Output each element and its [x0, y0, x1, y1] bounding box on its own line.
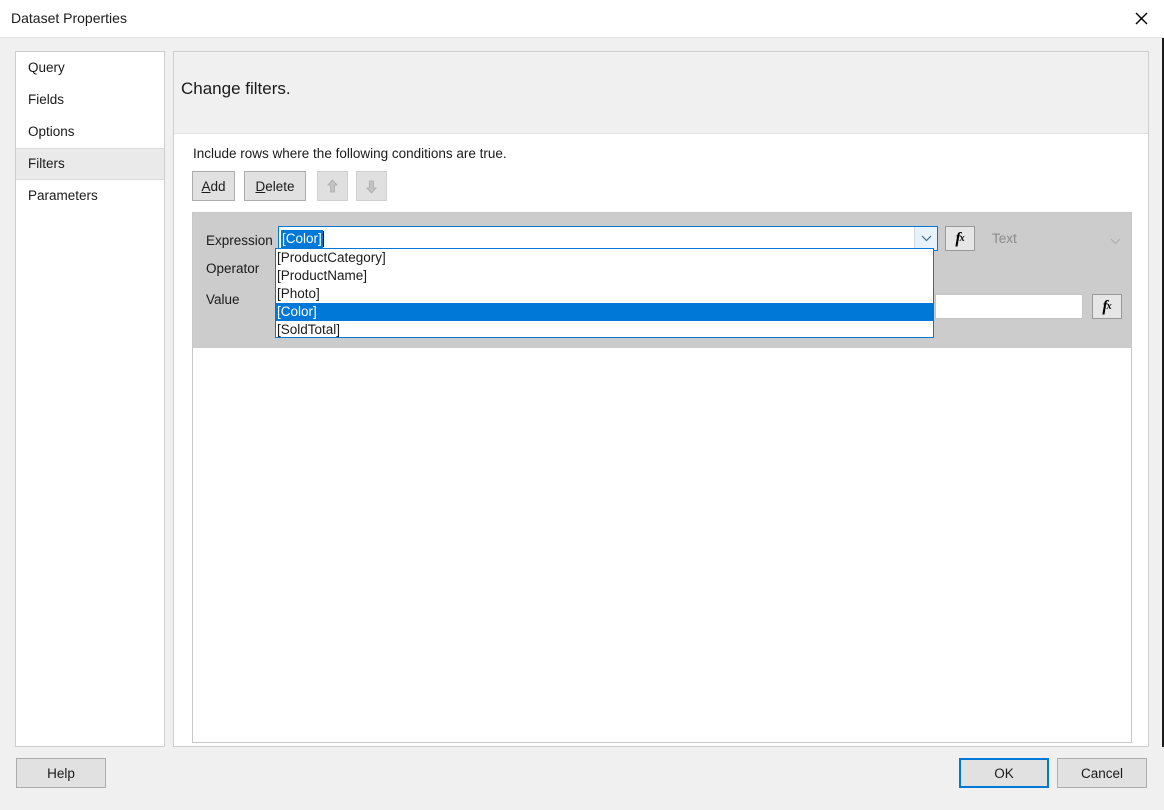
dataset-properties-dialog: Dataset Properties Query Fields Options …	[0, 0, 1164, 810]
fx-sub-label: x	[1107, 301, 1112, 312]
value-label: Value	[206, 292, 240, 307]
content-header: Change filters.	[174, 52, 1148, 134]
sidebar-item-fields[interactable]: Fields	[16, 84, 164, 116]
expression-function-button[interactable]: fx	[945, 226, 975, 251]
chevron-down-icon	[921, 235, 932, 242]
text-caret	[323, 231, 324, 247]
expression-label: Expression	[206, 233, 273, 248]
content-panel: Change filters. Include rows where the f…	[173, 51, 1149, 747]
sidebar-item-filters[interactable]: Filters	[16, 148, 164, 180]
fx-sub-label: x	[960, 233, 965, 244]
close-icon-glyph	[1135, 12, 1148, 25]
list-item[interactable]: [ProductCategory]	[276, 249, 933, 267]
expression-dropdown-toggle[interactable]	[914, 227, 937, 250]
delete-button[interactable]: Delete	[244, 171, 306, 201]
sidebar-item-label: Query	[28, 60, 65, 75]
sidebar-item-label: Filters	[28, 156, 65, 171]
sidebar-item-label: Options	[28, 124, 75, 139]
navigation-panel: Query Fields Options Filters Parameters	[15, 51, 165, 747]
sidebar-item-options[interactable]: Options	[16, 116, 164, 148]
expression-input[interactable]: [Color]	[281, 230, 323, 248]
title-bar: Dataset Properties	[0, 0, 1164, 38]
chevron-down-icon-glyph	[1110, 238, 1121, 245]
move-up-button[interactable]	[317, 171, 348, 201]
arrow-up-icon	[326, 179, 339, 194]
expression-dropdown-list[interactable]: [ProductCategory] [ProductName] [Photo] …	[275, 248, 934, 338]
operator-label: Operator	[206, 261, 259, 276]
data-type-dropdown[interactable]: Text	[983, 226, 1131, 251]
move-down-button[interactable]	[356, 171, 387, 201]
help-button[interactable]: Help	[16, 758, 106, 788]
window-title: Dataset Properties	[11, 10, 127, 26]
cancel-button[interactable]: Cancel	[1057, 758, 1147, 788]
sidebar-item-label: Parameters	[28, 188, 98, 203]
add-button-label: dd	[210, 179, 225, 194]
list-item-selected[interactable]: [Color]	[276, 303, 933, 321]
sidebar-item-query[interactable]: Query	[16, 52, 164, 84]
delete-button-accel: D	[255, 179, 265, 194]
add-button[interactable]: Add	[192, 171, 235, 201]
close-icon[interactable]	[1118, 0, 1164, 36]
list-item[interactable]: [ProductName]	[276, 267, 933, 285]
arrow-down-icon	[365, 179, 378, 194]
value-function-button[interactable]: fx	[1092, 294, 1122, 319]
sidebar-item-label: Fields	[28, 92, 64, 107]
list-item[interactable]: [Photo]	[276, 285, 933, 303]
add-button-accel: A	[201, 179, 210, 194]
delete-button-label: elete	[265, 179, 294, 194]
ok-button[interactable]: OK	[959, 758, 1049, 788]
page-title: Change filters.	[181, 79, 291, 99]
sidebar-item-parameters[interactable]: Parameters	[16, 180, 164, 212]
dialog-footer: Help OK Cancel	[0, 747, 1164, 810]
list-item[interactable]: [SoldTotal]	[276, 321, 933, 339]
data-type-value: Text	[992, 231, 1017, 246]
chevron-down-icon	[1110, 233, 1121, 248]
instruction-label: Include rows where the following conditi…	[193, 146, 507, 161]
value-input[interactable]	[935, 294, 1083, 319]
operator-dropdown[interactable]	[935, 260, 1106, 285]
